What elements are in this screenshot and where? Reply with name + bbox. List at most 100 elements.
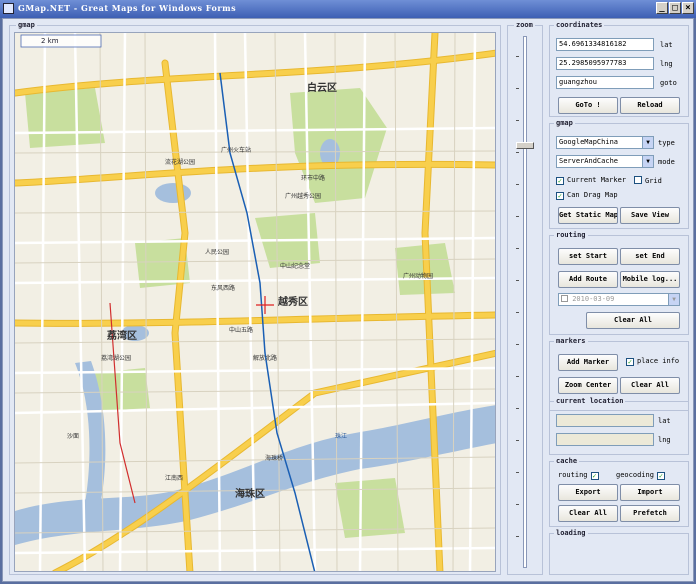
zoom-tick xyxy=(516,248,519,249)
map-type-select[interactable]: GoogleMapChina ▼ xyxy=(556,136,654,149)
zoom-group: zoom xyxy=(507,21,543,575)
checkbox-unchecked-icon xyxy=(634,176,642,184)
zoom-track[interactable] xyxy=(523,36,527,568)
zoom-tick xyxy=(516,440,519,441)
date-value: 2010-03-09 xyxy=(572,295,615,303)
gmap-group-label: gmap xyxy=(554,119,575,127)
district-label-baiyun: 白云区 xyxy=(307,83,337,94)
map-scale-label: 2 km xyxy=(41,37,59,45)
place-info-label: place info xyxy=(637,357,680,365)
chevron-down-icon[interactable]: ▼ xyxy=(642,156,653,167)
client-area: gmap 2 km 白云区 越秀区 荔湾区 海珠区 广州火车站 流花湖公园 中山… xyxy=(2,18,694,582)
mobile-log-button[interactable]: Mobile log... xyxy=(620,271,680,288)
export-button[interactable]: Export xyxy=(558,484,618,501)
zoom-tick xyxy=(516,536,519,537)
current-marker-label: Current Marker xyxy=(567,176,627,184)
set-end-button[interactable]: set End xyxy=(620,248,680,265)
date-picker[interactable]: 2010-03-09 ▼ xyxy=(558,293,680,306)
map-type-value: GoogleMapChina xyxy=(559,138,619,146)
checkbox-checked-icon: ✓ xyxy=(556,192,564,200)
prefetch-button[interactable]: Prefetch xyxy=(620,505,680,522)
zoom-tick xyxy=(516,344,519,345)
current-location-group: current location lat lng xyxy=(549,397,689,455)
add-marker-button[interactable]: Add Marker xyxy=(558,354,618,371)
goto-label: goto xyxy=(660,79,677,87)
import-button[interactable]: Import xyxy=(620,484,680,501)
zoom-slider-thumb[interactable] xyxy=(516,142,534,149)
checkbox-checked-icon: ✓ xyxy=(590,472,599,480)
window-title: GMap.NET - Great Maps for Windows Forms xyxy=(18,3,237,13)
title-bar: GMap.NET - Great Maps for Windows Forms … xyxy=(0,0,696,18)
zoom-tick xyxy=(516,280,519,281)
checkbox-checked-icon: ✓ xyxy=(656,472,665,480)
zoom-tick xyxy=(516,504,519,505)
goto-button[interactable]: GoTo ! xyxy=(558,97,618,114)
save-view-button[interactable]: Save View xyxy=(620,207,680,224)
lat-input[interactable]: 54.6961334816182 xyxy=(556,38,654,51)
zoom-tick xyxy=(516,312,519,313)
chevron-down-icon[interactable]: ▼ xyxy=(642,137,653,148)
routing-cache-checkbox[interactable]: routing ✓ xyxy=(558,471,602,480)
place-info-checkbox[interactable]: ✓ place info xyxy=(626,357,679,366)
map-label: 东风西路 xyxy=(211,285,236,292)
type-label: type xyxy=(658,139,675,147)
zoom-tick xyxy=(516,216,519,217)
can-drag-checkbox[interactable]: ✓ Can Drag Map xyxy=(556,191,618,200)
geocoding-cache-checkbox[interactable]: geocoding ✓ xyxy=(616,471,668,480)
routing-cache-label: routing xyxy=(558,471,588,479)
loading-group-label: loading xyxy=(554,529,588,537)
routing-group: routing set Start set End Add Route Mobi… xyxy=(549,231,689,335)
app-icon xyxy=(3,3,14,14)
current-lat-label: lat xyxy=(658,417,671,425)
grid-label: Grid xyxy=(645,177,662,185)
lng-label: lng xyxy=(660,60,673,68)
current-location-group-label: current location xyxy=(554,397,626,405)
markers-clear-all-button[interactable]: Clear All xyxy=(620,377,680,394)
checkbox-checked-icon: ✓ xyxy=(556,177,564,185)
map-label: 沙面 xyxy=(67,433,80,440)
markers-group-label: markers xyxy=(554,337,588,345)
map-label: 中山五路 xyxy=(229,327,254,334)
map-label: 广州火车站 xyxy=(221,147,252,154)
map-label: 解放北路 xyxy=(253,355,278,362)
set-start-button[interactable]: set Start xyxy=(558,248,618,265)
reload-button[interactable]: Reload xyxy=(620,97,680,114)
goto-input[interactable]: guangzhou xyxy=(556,76,654,89)
zoom-center-button[interactable]: Zoom Center xyxy=(558,377,618,394)
map-label: 中山纪念堂 xyxy=(280,263,311,270)
can-drag-label: Can Drag Map xyxy=(567,191,618,199)
coordinates-group-label: coordinates xyxy=(554,21,605,29)
map-view[interactable]: 2 km 白云区 越秀区 荔湾区 海珠区 广州火车站 流花湖公园 中山纪念堂 珠… xyxy=(14,32,496,572)
lat-label: lat xyxy=(660,41,673,49)
map-group-label: gmap xyxy=(16,21,37,29)
zoom-tick xyxy=(516,408,519,409)
chevron-down-icon[interactable]: ▼ xyxy=(668,294,679,305)
add-route-button[interactable]: Add Route xyxy=(558,271,618,288)
district-label-yuexiu: 越秀区 xyxy=(278,297,308,308)
map-label: 海珠桥 xyxy=(265,455,284,462)
routing-clear-all-button[interactable]: Clear All xyxy=(586,312,680,329)
checkbox-checked-icon: ✓ xyxy=(626,358,634,366)
current-marker-checkbox[interactable]: ✓ Current Marker xyxy=(556,176,626,185)
map-label: 珠江 xyxy=(335,433,348,440)
map-mode-value: ServerAndCache xyxy=(559,157,619,165)
grid-checkbox[interactable]: Grid xyxy=(634,176,662,186)
map-label: 荔湾湖公园 xyxy=(101,355,132,362)
checkbox-unchecked-icon[interactable] xyxy=(561,295,568,302)
cache-clear-all-button[interactable]: Clear All xyxy=(558,505,618,522)
get-static-map-button[interactable]: Get Static Map xyxy=(558,207,618,224)
map-mode-select[interactable]: ServerAndCache ▼ xyxy=(556,155,654,168)
zoom-tick xyxy=(516,376,519,377)
coordinates-group: coordinates 54.6961334816182 lat 25.2985… xyxy=(549,21,689,117)
zoom-tick xyxy=(516,152,519,153)
close-button[interactable]: × xyxy=(682,2,694,14)
current-lng-field xyxy=(556,433,654,446)
lng-input[interactable]: 25.2985095977783 xyxy=(556,57,654,70)
map-group: gmap 2 km 白云区 越秀区 荔湾区 海珠区 广州火车站 流花湖公园 中山… xyxy=(9,21,501,575)
zoom-tick xyxy=(516,56,519,57)
zoom-group-label: zoom xyxy=(514,21,535,29)
map-label: 环市中路 xyxy=(301,175,326,182)
zoom-tick xyxy=(516,88,519,89)
maximize-button[interactable]: □ xyxy=(669,2,681,14)
minimize-button[interactable]: _ xyxy=(656,2,668,14)
